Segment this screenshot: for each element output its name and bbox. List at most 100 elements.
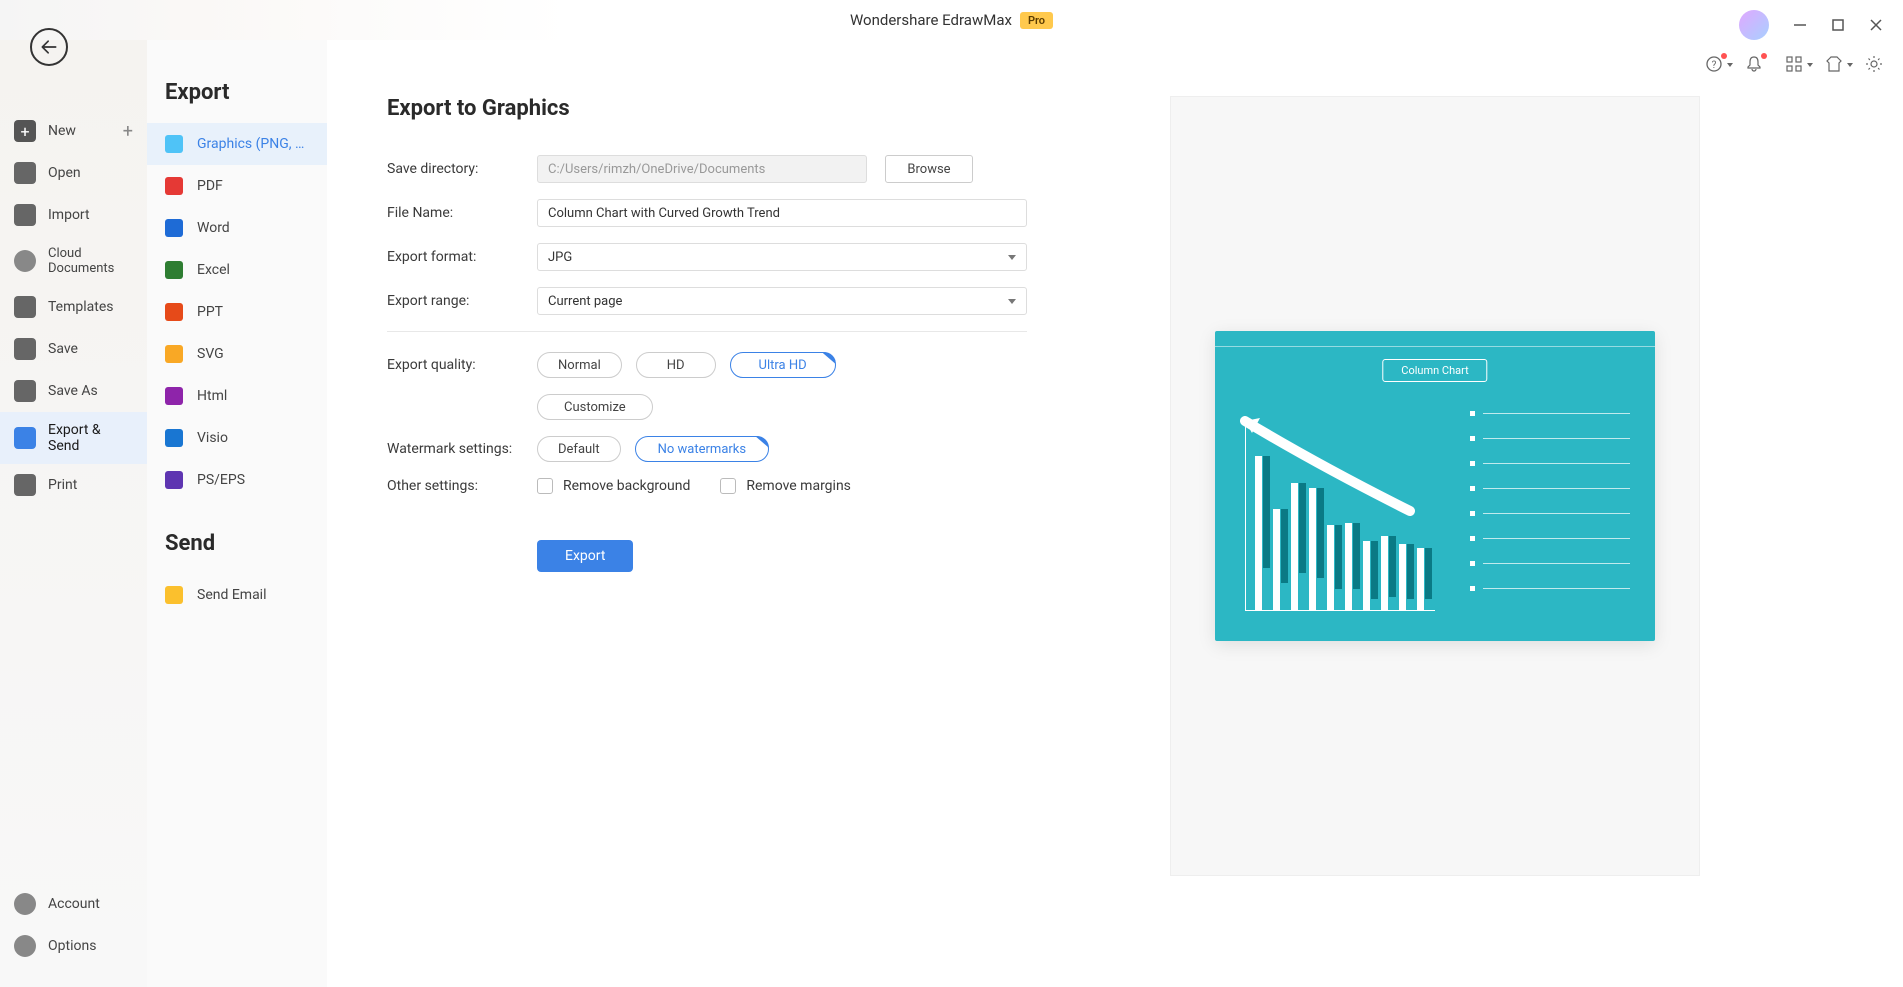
export-item-excel[interactable]: Excel — [147, 249, 327, 291]
sidebar-item-label: Open — [48, 165, 81, 181]
content-area: Export to Graphics Save directory: Brows… — [327, 40, 1903, 987]
sidebar-item-templates[interactable]: Templates — [0, 286, 147, 328]
sidebar-item-print[interactable]: Print — [0, 464, 147, 506]
sidebar-item-label: Save — [48, 341, 78, 357]
checkbox-label: Remove background — [563, 478, 690, 494]
word-icon — [165, 219, 183, 237]
chart-body — [1245, 421, 1435, 611]
templates-icon — [14, 296, 36, 318]
export-button[interactable]: Export — [537, 540, 633, 572]
export-icon — [14, 427, 36, 449]
checkbox-icon — [720, 478, 736, 494]
export-item-ppt[interactable]: PPT — [147, 291, 327, 333]
watermark-label: Watermark settings: — [387, 441, 537, 457]
remove-margins-checkbox[interactable]: Remove margins — [720, 478, 851, 494]
plus-icon: + — [123, 121, 133, 142]
ppt-icon — [165, 303, 183, 321]
sidebar-primary: + New + Open Import Cloud Documents Temp… — [0, 40, 147, 987]
save-dir-input[interactable] — [537, 155, 867, 183]
svg-text:?: ? — [1712, 60, 1717, 71]
quality-hd-button[interactable]: HD — [636, 352, 716, 378]
save-dir-label: Save directory: — [387, 161, 537, 177]
user-icon — [14, 893, 36, 915]
cloud-icon — [14, 250, 36, 272]
export-item-label: Visio — [197, 430, 228, 446]
sidebar-item-label: Import — [48, 207, 90, 223]
excel-icon — [165, 261, 183, 279]
grid-icon — [1785, 55, 1803, 73]
sidebar-item-options[interactable]: Options — [0, 925, 147, 967]
settings-button[interactable] — [1865, 55, 1883, 73]
sidebar-item-export-send[interactable]: Export & Send — [0, 412, 147, 464]
gear-icon — [1865, 55, 1883, 73]
file-name-input[interactable] — [537, 199, 1027, 227]
help-menu[interactable]: ? — [1705, 55, 1723, 73]
export-item-graphics[interactable]: Graphics (PNG, JPG et... — [147, 123, 327, 165]
remove-bg-checkbox[interactable]: Remove background — [537, 478, 690, 494]
apps-menu[interactable] — [1785, 55, 1803, 73]
minimize-icon — [1793, 18, 1807, 32]
sidebar-item-open[interactable]: Open — [0, 152, 147, 194]
sidebar-item-saveas[interactable]: Save As — [0, 370, 147, 412]
notifications-button[interactable] — [1745, 55, 1763, 73]
print-icon — [14, 474, 36, 496]
sidebar-item-new[interactable]: + New + — [0, 110, 147, 152]
email-icon — [165, 586, 183, 604]
customize-button[interactable]: Customize — [537, 394, 653, 420]
plus-square-icon: + — [14, 120, 36, 142]
export-form: Export to Graphics Save directory: Brows… — [387, 96, 1027, 931]
share-menu[interactable] — [1825, 55, 1843, 73]
bell-icon — [1745, 55, 1763, 73]
send-item-label: Send Email — [197, 587, 267, 603]
tshirt-icon — [1825, 55, 1843, 73]
export-header: Export — [147, 80, 327, 123]
export-item-html[interactable]: Html — [147, 375, 327, 417]
checkbox-label: Remove margins — [746, 478, 851, 494]
sidebar-item-cloud[interactable]: Cloud Documents — [0, 236, 147, 286]
preview-column: Column Chart — [1027, 96, 1843, 931]
sidebar-item-account[interactable]: Account — [0, 883, 147, 925]
close-button[interactable] — [1869, 18, 1883, 32]
export-item-label: Excel — [197, 262, 230, 278]
help-icon: ? — [1705, 55, 1723, 73]
export-item-svg[interactable]: SVG — [147, 333, 327, 375]
maximize-icon — [1831, 18, 1845, 32]
gear-icon — [14, 935, 36, 957]
user-avatar[interactable] — [1739, 10, 1769, 40]
back-button[interactable] — [30, 28, 68, 66]
chart-preview: Column Chart — [1215, 331, 1655, 641]
watermark-default-button[interactable]: Default — [537, 436, 621, 462]
svg-icon — [165, 345, 183, 363]
export-item-pdf[interactable]: PDF — [147, 165, 327, 207]
quality-ultrahd-button[interactable]: Ultra HD — [730, 352, 836, 378]
sidebar-item-label: Account — [48, 896, 100, 912]
page-title: Export to Graphics — [387, 96, 1027, 121]
export-item-visio[interactable]: Visio — [147, 417, 327, 459]
file-name-label: File Name: — [387, 205, 537, 221]
close-icon — [1869, 18, 1883, 32]
range-select[interactable]: Current page — [537, 287, 1027, 315]
watermark-none-button[interactable]: No watermarks — [635, 436, 769, 462]
export-item-label: Html — [197, 388, 227, 404]
divider — [387, 331, 1027, 332]
send-item-email[interactable]: Send Email — [147, 574, 327, 616]
trend-arrow-icon — [1240, 416, 1420, 536]
export-item-label: SVG — [197, 346, 224, 362]
format-select[interactable]: JPG — [537, 243, 1027, 271]
chart-title: Column Chart — [1382, 359, 1487, 382]
minimize-button[interactable] — [1793, 18, 1807, 32]
app-title: Wondershare EdrawMax — [850, 11, 1012, 29]
maximize-button[interactable] — [1831, 18, 1845, 32]
saveas-icon — [14, 380, 36, 402]
export-item-label: Word — [197, 220, 230, 236]
browse-button[interactable]: Browse — [885, 155, 973, 183]
sidebar-item-save[interactable]: Save — [0, 328, 147, 370]
checkbox-icon — [537, 478, 553, 494]
save-icon — [14, 338, 36, 360]
format-label: Export format: — [387, 249, 537, 265]
export-item-word[interactable]: Word — [147, 207, 327, 249]
sidebar-item-import[interactable]: Import — [0, 194, 147, 236]
quality-normal-button[interactable]: Normal — [537, 352, 622, 378]
toolbar-right: ? — [1705, 55, 1883, 73]
export-item-ps[interactable]: PS/EPS — [147, 459, 327, 501]
